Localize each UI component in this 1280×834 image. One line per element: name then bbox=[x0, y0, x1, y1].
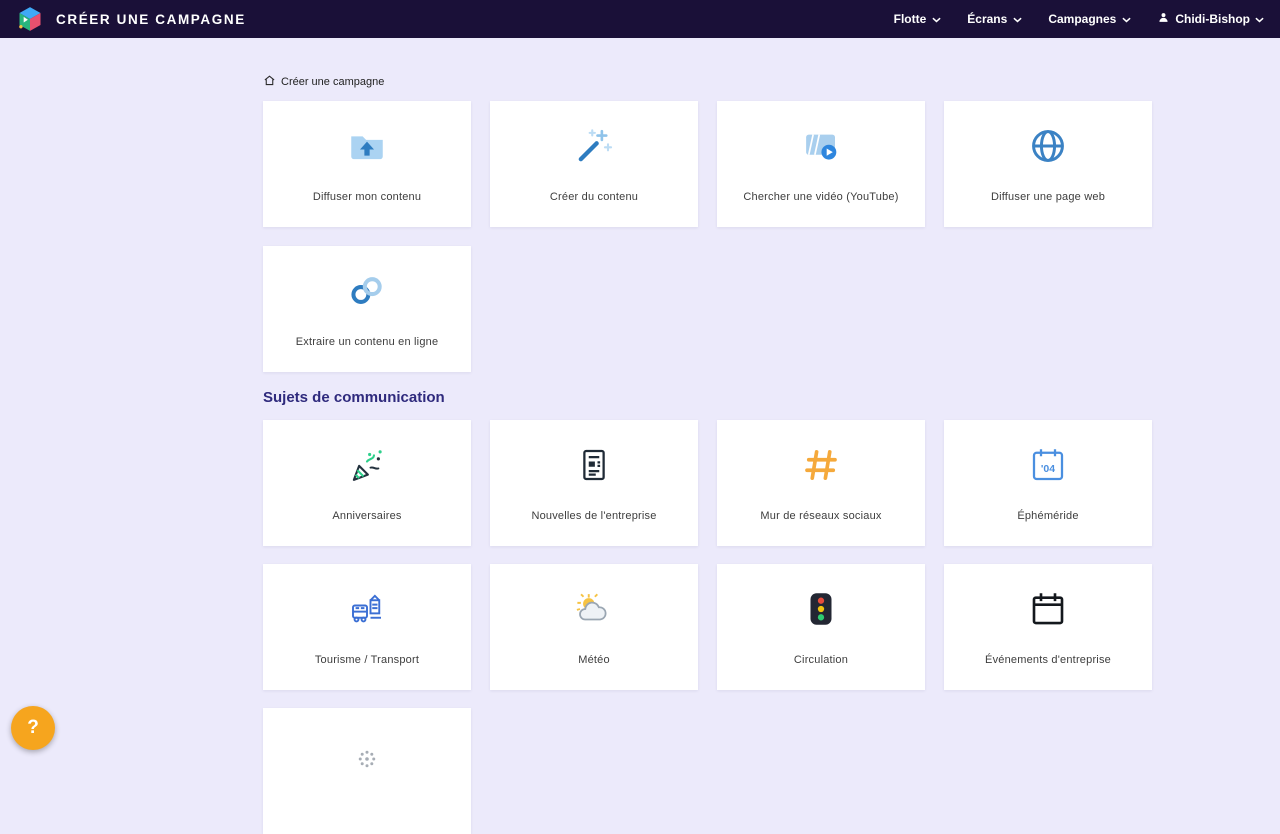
chevron-down-icon bbox=[1255, 17, 1264, 23]
main-content: Créer une campagne Diffuser mon contenu … bbox=[263, 74, 1152, 834]
topic-card[interactable]: Mur de réseaux sociaux bbox=[717, 420, 925, 546]
card-label: Diffuser une page web bbox=[983, 191, 1113, 203]
bus-icon bbox=[346, 588, 388, 630]
upload-folder-icon bbox=[346, 125, 388, 167]
chevron-down-icon bbox=[932, 17, 941, 23]
card-label: Anniversaires bbox=[324, 510, 409, 522]
creation-card[interactable]: Diffuser une page web bbox=[944, 101, 1152, 227]
section-title: Sujets de communication bbox=[263, 388, 1152, 408]
card-label: Nouvelles de l'entreprise bbox=[523, 510, 664, 522]
nav-item-label: Campagnes bbox=[1048, 12, 1116, 26]
globe-icon bbox=[1027, 125, 1069, 167]
traffic-light-icon bbox=[800, 588, 842, 630]
card-label: Événements d'entreprise bbox=[977, 654, 1119, 666]
user-icon bbox=[1157, 11, 1170, 27]
topic-card[interactable]: Événements d'entreprise bbox=[944, 564, 1152, 690]
user-menu[interactable]: Chidi-Bishop bbox=[1157, 11, 1264, 27]
hashtag-icon bbox=[800, 444, 842, 486]
navbar: CRÉER UNE CAMPAGNE Flotte Écrans Campagn… bbox=[0, 0, 1280, 38]
nav-item-flotte[interactable]: Flotte bbox=[894, 12, 942, 26]
breadcrumb[interactable]: Créer une campagne bbox=[263, 74, 1152, 90]
nav-item-campagnes[interactable]: Campagnes bbox=[1048, 12, 1131, 26]
topic-card[interactable]: Circulation bbox=[717, 564, 925, 690]
card-label: Mur de réseaux sociaux bbox=[752, 510, 889, 522]
help-button[interactable]: ? bbox=[11, 706, 55, 750]
gear-icon bbox=[349, 738, 385, 780]
card-label: Éphéméride bbox=[1009, 510, 1086, 522]
card-label: Météo bbox=[570, 654, 618, 666]
card-label: Chercher une vidéo (YouTube) bbox=[735, 191, 906, 203]
page-title: CRÉER UNE CAMPAGNE bbox=[56, 12, 246, 27]
newspaper-icon bbox=[573, 444, 615, 486]
video-search-icon bbox=[800, 125, 842, 167]
home-icon bbox=[263, 74, 276, 90]
nav-item-ecrans[interactable]: Écrans bbox=[967, 12, 1022, 26]
ephemeris-calendar-icon: '04 bbox=[1027, 444, 1069, 486]
card-label: Créer du contenu bbox=[542, 191, 646, 203]
topic-cards-grid: Anniversaires Nouvelles de l'entreprise … bbox=[263, 420, 1152, 834]
weather-icon bbox=[573, 588, 615, 630]
confetti-icon bbox=[346, 444, 388, 486]
topic-card[interactable]: Météo bbox=[490, 564, 698, 690]
chevron-down-icon bbox=[1013, 17, 1022, 23]
chevron-down-icon bbox=[1122, 17, 1131, 23]
card-label: Circulation bbox=[786, 654, 856, 666]
svg-text:'04: '04 bbox=[1041, 463, 1055, 475]
topic-card[interactable] bbox=[263, 708, 471, 834]
link-icon bbox=[346, 270, 388, 312]
creation-card[interactable]: Créer du contenu bbox=[490, 101, 698, 227]
creation-card[interactable]: Extraire un contenu en ligne bbox=[263, 246, 471, 372]
magic-wand-icon bbox=[573, 125, 615, 167]
nav-item-label: Écrans bbox=[967, 12, 1007, 26]
calendar-icon bbox=[1027, 588, 1069, 630]
creation-card[interactable]: Chercher une vidéo (YouTube) bbox=[717, 101, 925, 227]
card-label: Tourisme / Transport bbox=[307, 654, 427, 666]
topic-card[interactable]: '04 Éphéméride bbox=[944, 420, 1152, 546]
creation-card[interactable]: Diffuser mon contenu bbox=[263, 101, 471, 227]
nav-item-label: Flotte bbox=[894, 12, 927, 26]
topic-card[interactable]: Tourisme / Transport bbox=[263, 564, 471, 690]
topic-card[interactable]: Anniversaires bbox=[263, 420, 471, 546]
topic-card[interactable]: Nouvelles de l'entreprise bbox=[490, 420, 698, 546]
breadcrumb-label: Créer une campagne bbox=[281, 76, 384, 88]
card-label: Extraire un contenu en ligne bbox=[288, 336, 447, 348]
user-name: Chidi-Bishop bbox=[1175, 12, 1250, 26]
creation-cards-grid: Diffuser mon contenu Créer du contenu Ch… bbox=[263, 101, 1152, 372]
nav-menu: Flotte Écrans Campagnes Chidi-Bishop bbox=[894, 11, 1264, 27]
app-logo-icon[interactable] bbox=[16, 5, 44, 33]
card-label: Diffuser mon contenu bbox=[305, 191, 429, 203]
